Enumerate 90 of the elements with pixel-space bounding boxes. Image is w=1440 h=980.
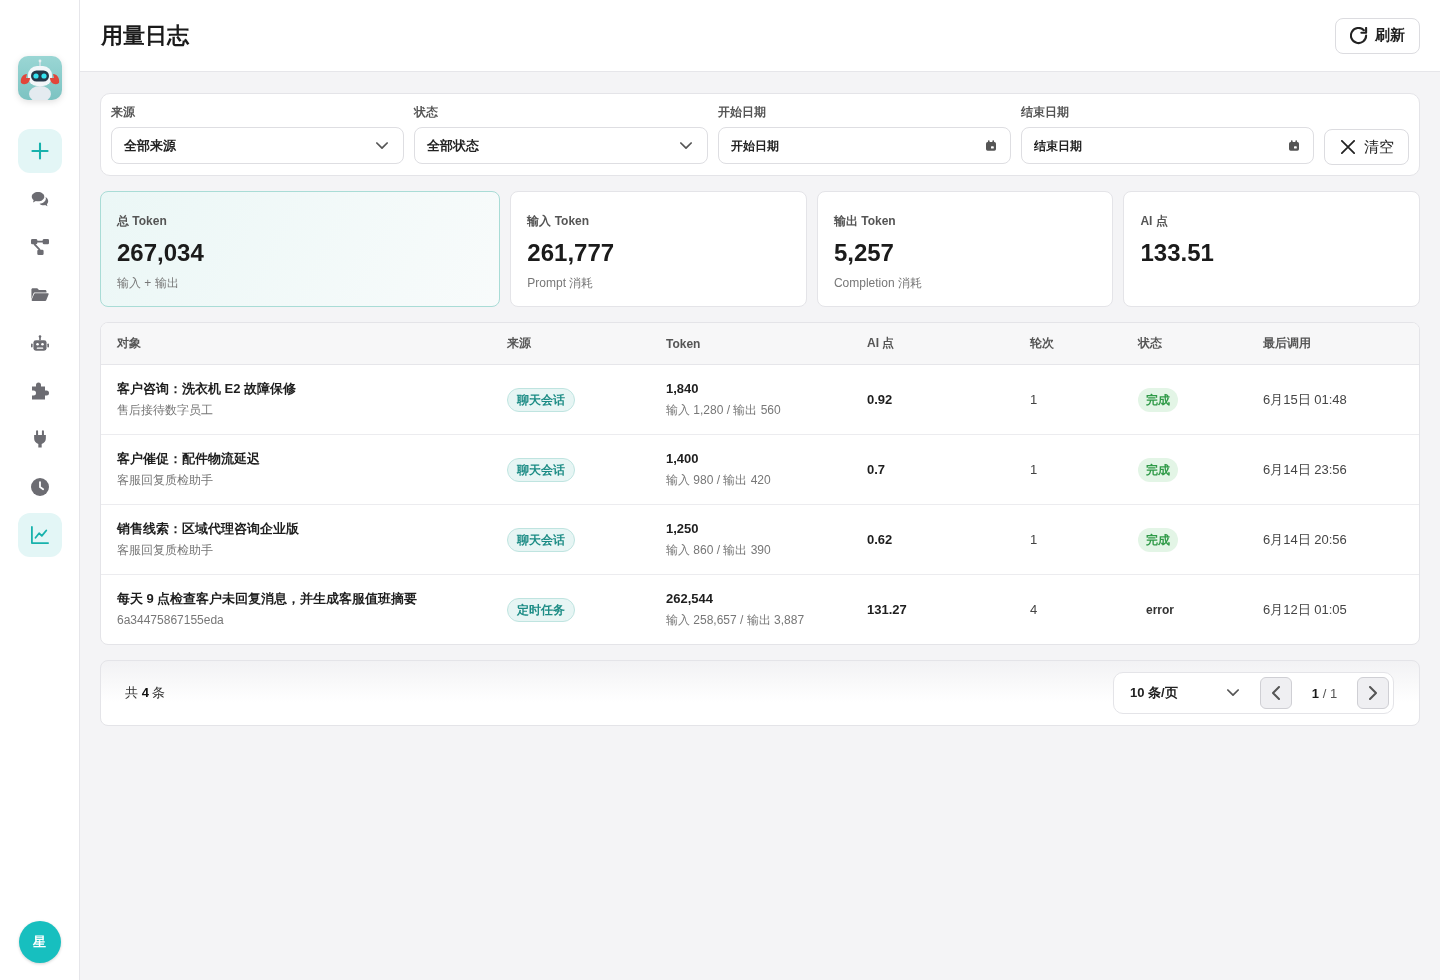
chat-bubbles-icon bbox=[30, 190, 49, 208]
token-breakdown: 输入 1,280 / 输出 560 bbox=[666, 402, 781, 419]
clear-button[interactable]: 清空 bbox=[1324, 129, 1409, 165]
chevron-down-icon bbox=[679, 141, 692, 150]
round-count: 1 bbox=[1030, 462, 1038, 477]
object-subtitle: 客服回复质检助手 bbox=[117, 472, 213, 489]
refresh-icon bbox=[1350, 26, 1368, 45]
chevron-down-icon bbox=[376, 141, 389, 150]
page-size-select[interactable]: 10 条/页 bbox=[1114, 673, 1248, 713]
total-count: 共 4 条 bbox=[125, 684, 166, 702]
stat-note: 输入 + 输出 bbox=[117, 275, 179, 292]
ai-points: 0.92 bbox=[867, 392, 893, 407]
line-chart-icon bbox=[30, 526, 49, 544]
last-call-time: 6月14日 23:56 bbox=[1263, 460, 1347, 479]
stat-label: 输出 Token bbox=[833, 213, 896, 230]
source-badge: 聊天会话 bbox=[507, 527, 575, 552]
filter-label: 开始日期 bbox=[717, 104, 766, 121]
column-header: 对象 bbox=[117, 335, 141, 352]
robot-logo-icon bbox=[17, 56, 62, 100]
ai-points: 0.62 bbox=[867, 532, 893, 547]
column-header: Token bbox=[666, 336, 701, 351]
chevron-right-icon bbox=[1369, 686, 1377, 700]
token-breakdown: 输入 258,657 / 输出 3,887 bbox=[666, 612, 805, 629]
token-breakdown: 输入 860 / 输出 390 bbox=[666, 542, 771, 559]
token-total: 1,840 bbox=[666, 380, 699, 398]
column-header: 来源 bbox=[507, 335, 531, 352]
stat-label: 总 Token bbox=[117, 213, 167, 230]
calendar-icon bbox=[985, 140, 996, 151]
token-breakdown: 输入 980 / 输出 420 bbox=[666, 472, 771, 489]
robot-icon bbox=[30, 334, 49, 352]
column-header: 轮次 bbox=[1030, 335, 1054, 352]
folder-icon bbox=[30, 286, 49, 304]
ai-points: 131.27 bbox=[867, 602, 907, 617]
page-title: 用量日志 bbox=[101, 21, 189, 50]
token-total: 1,400 bbox=[666, 450, 699, 468]
source-badge: 聊天会话 bbox=[507, 457, 575, 482]
object-subtitle: 6a34475867155eda bbox=[117, 612, 224, 629]
column-header: AI 点 bbox=[867, 335, 895, 352]
calendar-icon bbox=[1289, 140, 1299, 151]
date-field[interactable]: 开始日期 bbox=[717, 127, 1011, 164]
stat-value: 5,257 bbox=[833, 238, 894, 268]
object-title: 每天 9 点检查客户未回复消息，并生成客服值班摘要 bbox=[117, 590, 418, 608]
stat-label: AI 点 bbox=[1140, 213, 1168, 230]
last-call-time: 6月14日 20:56 bbox=[1263, 530, 1347, 549]
page-indicator: 1 / 1 bbox=[1310, 685, 1339, 701]
object-subtitle: 客服回复质检助手 bbox=[117, 542, 213, 559]
stat-value: 267,034 bbox=[117, 238, 204, 268]
stat-value: 133.51 bbox=[1140, 238, 1214, 268]
nav-button[interactable] bbox=[17, 513, 62, 557]
status-badge: 完成 bbox=[1138, 457, 1178, 482]
clock-icon bbox=[30, 478, 49, 496]
source-badge: 聊天会话 bbox=[507, 387, 575, 412]
object-title: 销售线索：区域代理咨询企业版 bbox=[117, 520, 299, 538]
stat-value: 261,777 bbox=[527, 238, 615, 268]
puzzle-piece-icon bbox=[30, 382, 49, 400]
status-badge: 完成 bbox=[1138, 387, 1178, 412]
chevron-down-icon bbox=[1227, 689, 1239, 697]
object-subtitle: 售后接待数字员工 bbox=[117, 402, 213, 419]
date-field[interactable]: 结束日期 bbox=[1020, 127, 1314, 164]
token-total: 262,544 bbox=[666, 590, 713, 608]
plus-icon bbox=[30, 142, 49, 160]
column-header: 最后调用 bbox=[1263, 335, 1311, 352]
select-field[interactable]: 全部来源 bbox=[111, 127, 405, 164]
round-count: 1 bbox=[1030, 532, 1038, 547]
column-header: 状态 bbox=[1138, 335, 1162, 352]
token-total: 1,250 bbox=[666, 520, 699, 538]
prev-page-button[interactable] bbox=[1260, 677, 1292, 709]
round-count: 4 bbox=[1030, 602, 1038, 617]
refresh-button[interactable]: 刷新 bbox=[1335, 17, 1420, 54]
last-call-time: 6月12日 01:05 bbox=[1263, 600, 1347, 619]
chevron-left-icon bbox=[1272, 686, 1280, 700]
stat-label: 输入 Token bbox=[527, 213, 590, 230]
stat-note: Prompt 消耗 bbox=[527, 275, 594, 292]
close-icon bbox=[1341, 140, 1355, 154]
select-field[interactable]: 全部状态 bbox=[414, 127, 708, 164]
filter-label: 结束日期 bbox=[1020, 104, 1069, 121]
new-button[interactable] bbox=[17, 129, 62, 173]
source-badge: 定时任务 bbox=[507, 597, 575, 622]
filter-label: 状态 bbox=[414, 104, 439, 121]
status-badge: 完成 bbox=[1138, 527, 1178, 552]
connected-nodes-icon bbox=[30, 238, 49, 256]
filter-label: 来源 bbox=[111, 104, 135, 121]
next-page-button[interactable] bbox=[1357, 677, 1389, 709]
stat-note: Completion 消耗 bbox=[833, 275, 922, 292]
object-title: 客户咨询：洗衣机 E2 故障保修 bbox=[117, 380, 297, 398]
last-call-time: 6月15日 01:48 bbox=[1263, 390, 1347, 409]
ai-points: 0.7 bbox=[867, 462, 886, 477]
object-title: 客户催促：配件物流延迟 bbox=[117, 450, 260, 468]
status-text: error bbox=[1145, 601, 1175, 619]
round-count: 1 bbox=[1030, 392, 1038, 407]
